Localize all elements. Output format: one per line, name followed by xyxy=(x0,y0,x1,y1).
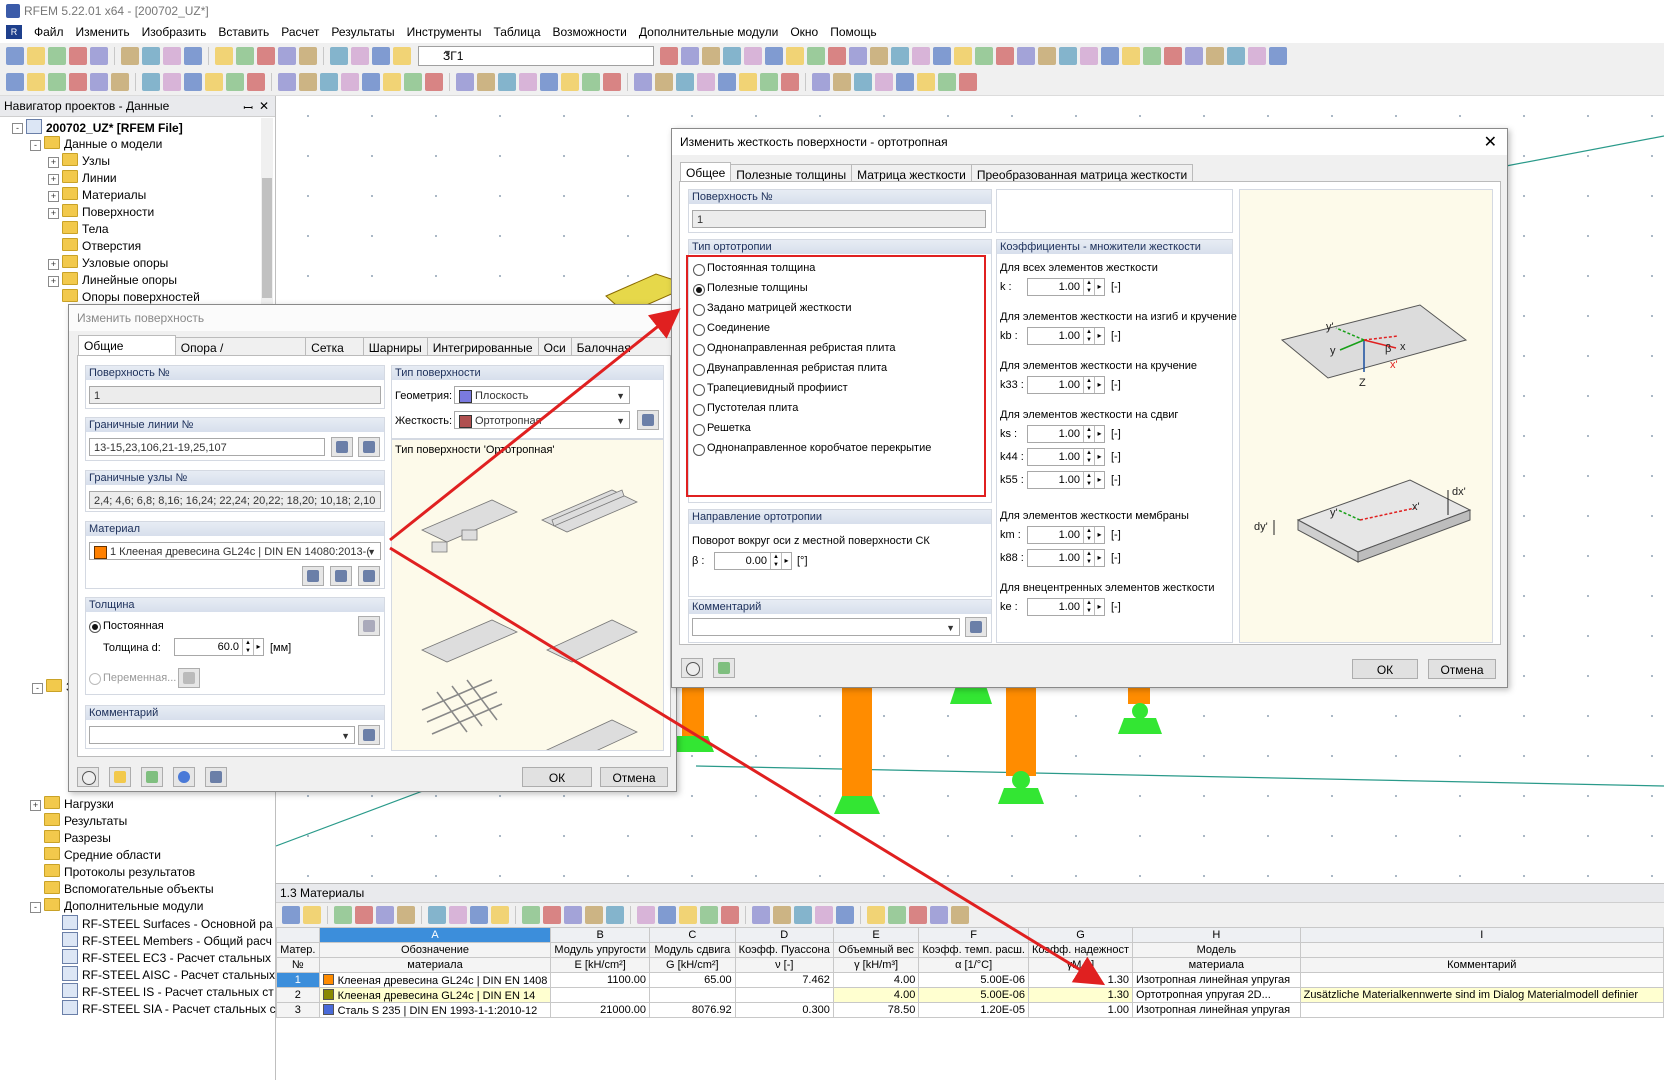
arrow-to-ortho-type xyxy=(389,308,681,542)
arrow-to-material-model xyxy=(389,546,1106,986)
annotation-arrows xyxy=(389,308,1106,986)
